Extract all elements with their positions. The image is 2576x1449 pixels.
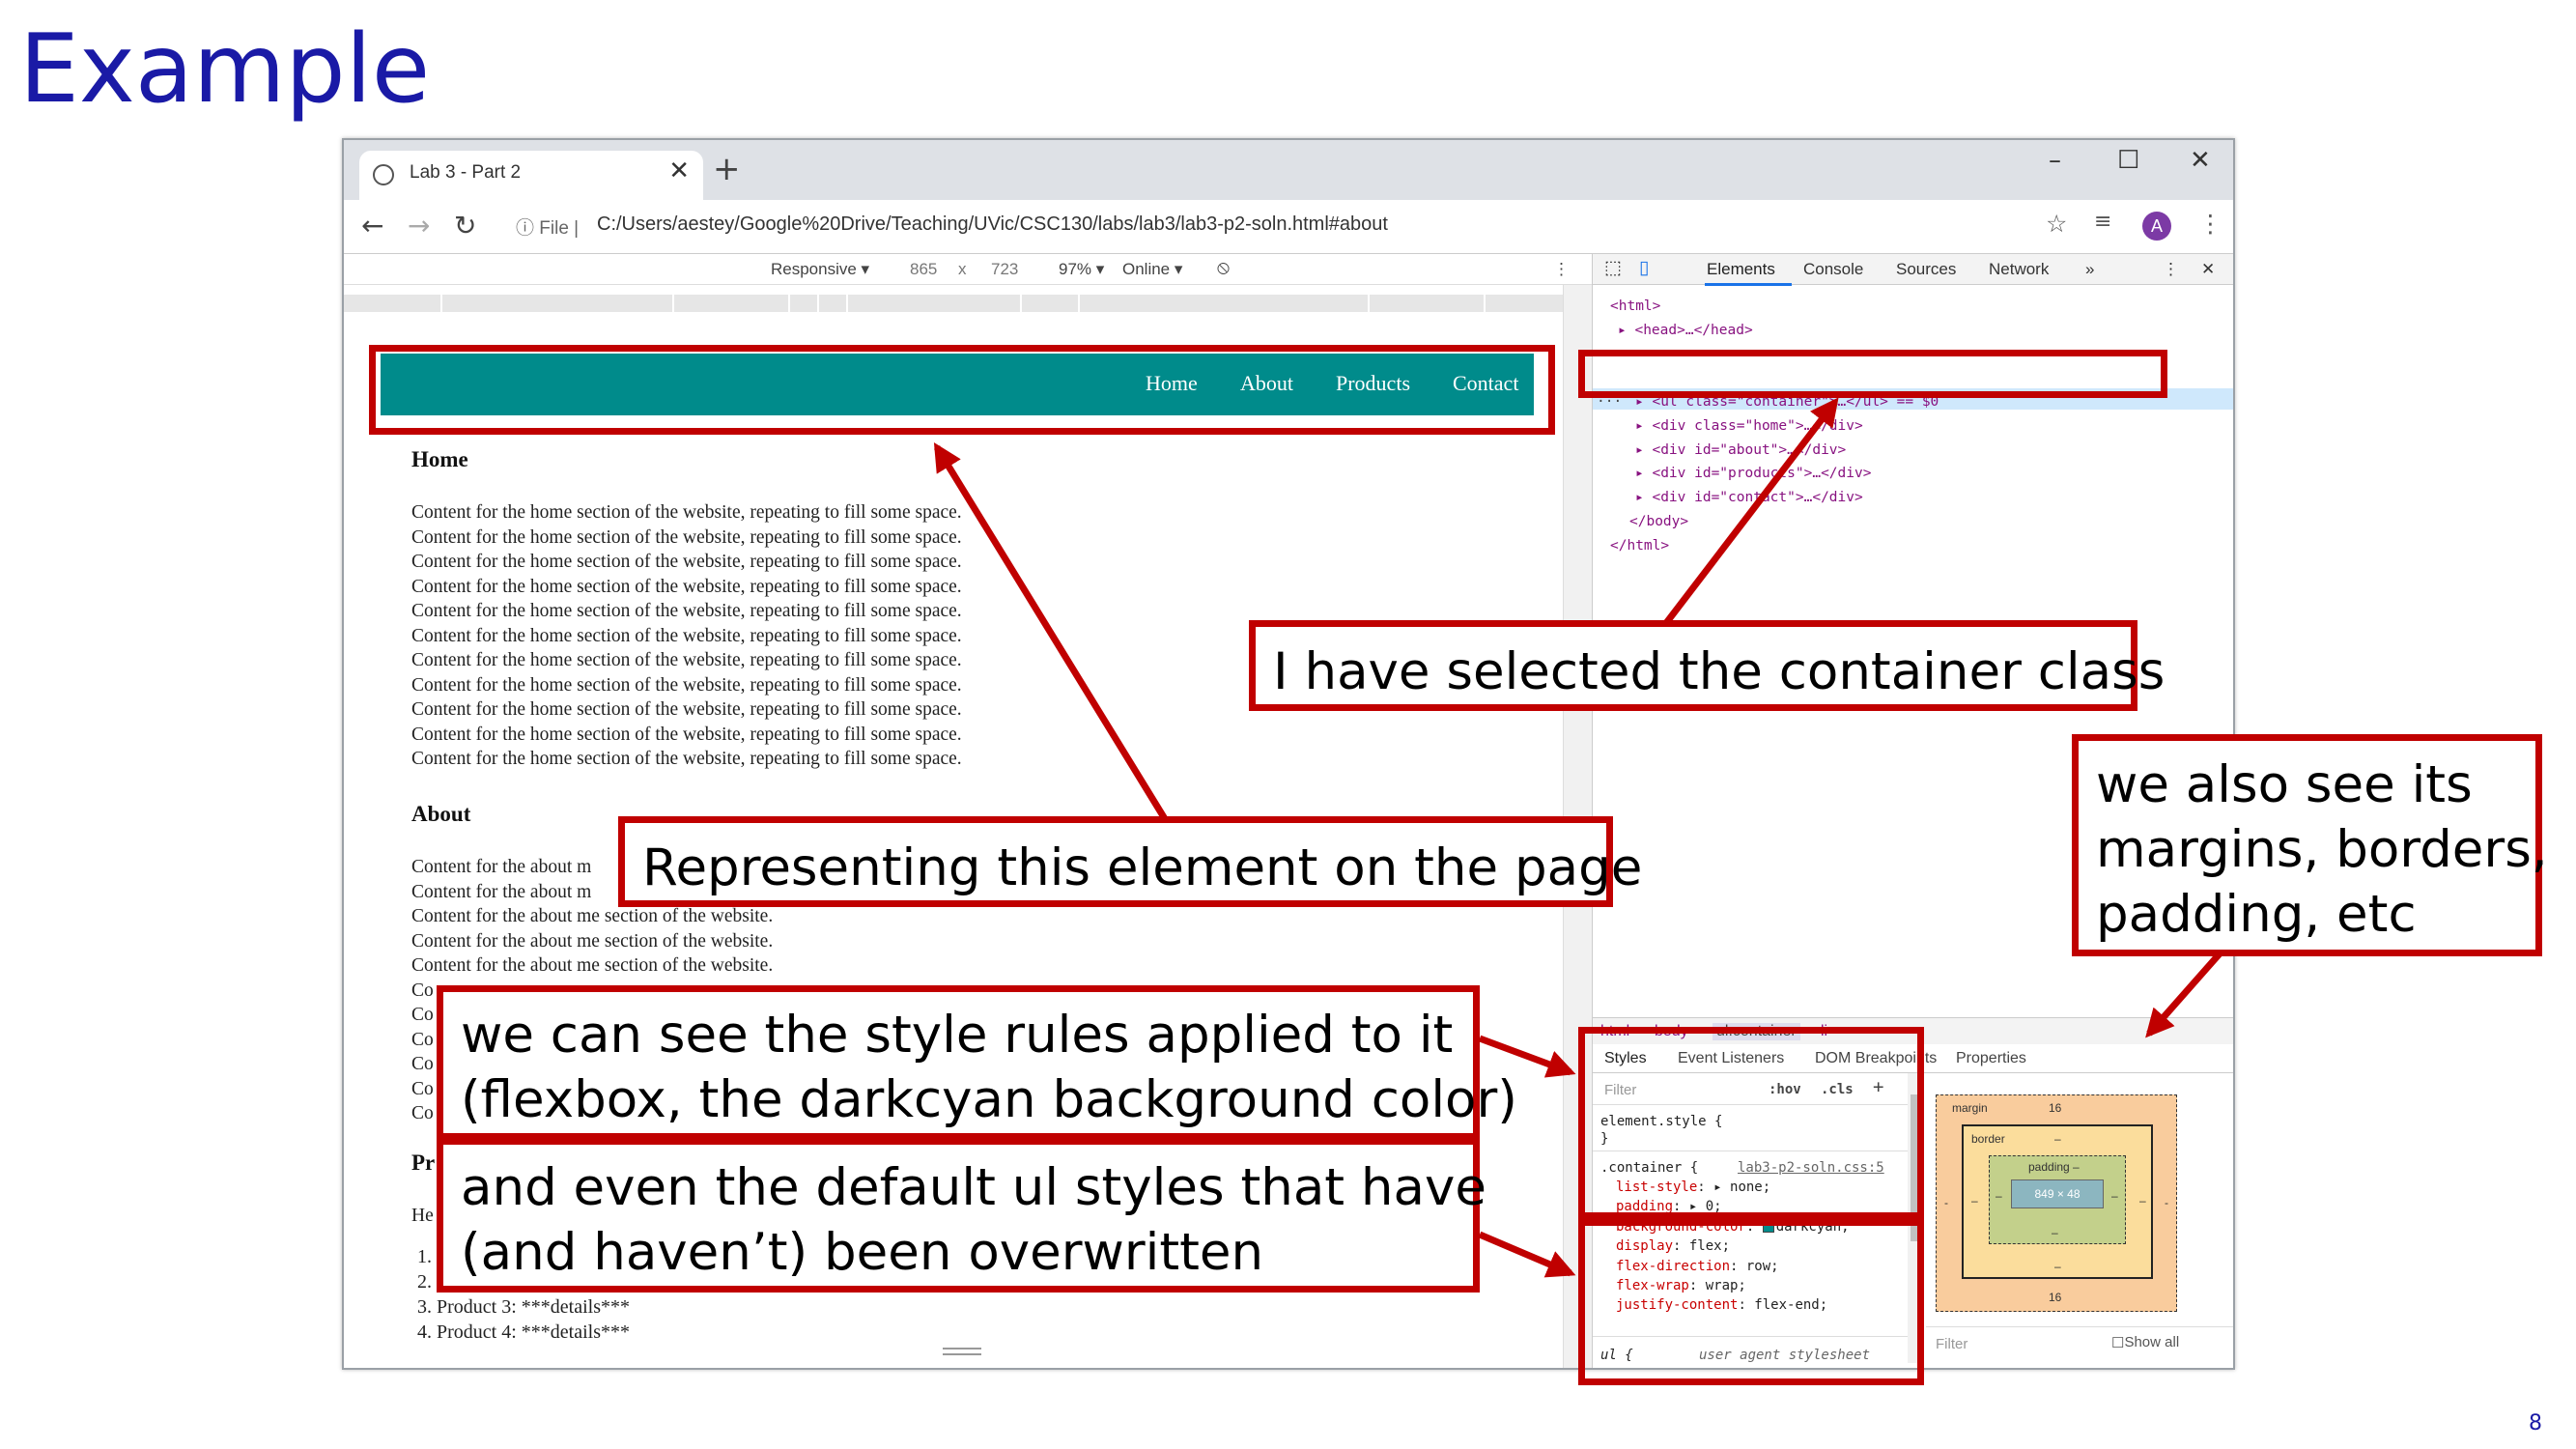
callout-default-ul-line1: and even the default ul styles that have (461, 1158, 1486, 1217)
arrow-to-container-rule (1478, 1035, 1576, 1078)
callout-style-rules-line2: (flexbox, the darkcyan background color) (461, 1069, 1517, 1129)
callout-default-ul: and even the default ul styles that have… (437, 1138, 1486, 1293)
callout-style-rules-line1: we can see the style rules applied to it (461, 1006, 1454, 1065)
callout-also-see-line2: margins, borders, (2096, 819, 2548, 879)
callout-also-see-line3: padding, etc (2096, 884, 2417, 944)
arrow-to-box-model (2145, 949, 2224, 1038)
arrow-to-nav-bar (933, 441, 1170, 824)
page-number: 8 (2529, 1411, 2542, 1435)
callout-representing-text: Representing this element on the page (642, 838, 1643, 897)
callout-default-ul-line2: (and haven’t) been overwritten (461, 1222, 1264, 1282)
callout-representing: Representing this element on the page (618, 816, 1642, 907)
callout-selected-text: I have selected the container class (1273, 642, 2166, 701)
arrow-to-ua-rule (1478, 1231, 1576, 1278)
callout-selected: I have selected the container class (1249, 620, 2165, 711)
callout-style-rules: we can see the style rules applied to it… (437, 985, 1517, 1140)
callout-also-see-line1: we also see its (2096, 755, 2473, 814)
callout-also-see: we also see its margins, borders, paddin… (2072, 734, 2548, 956)
arrow-to-dom-selection (1663, 397, 1839, 626)
